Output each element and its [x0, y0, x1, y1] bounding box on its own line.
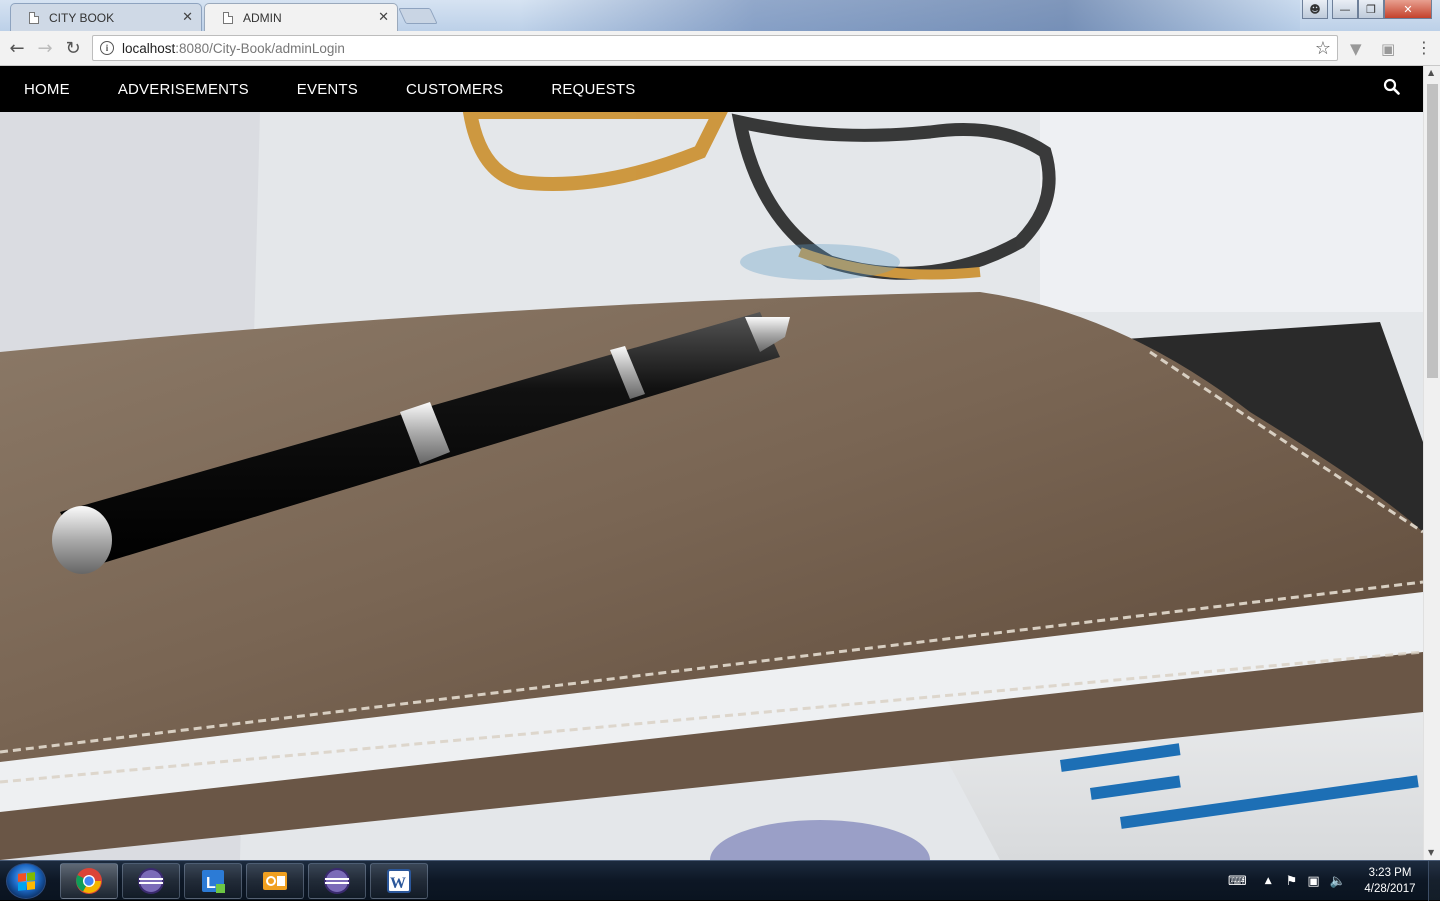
nav-home[interactable]: HOME [24, 81, 70, 98]
network-icon[interactable]: ▣ [1307, 874, 1319, 889]
taskbar-clock[interactable]: 3:23 PM 4/28/2017 [1355, 865, 1425, 897]
scroll-down-arrow-icon[interactable]: ▼ [1428, 848, 1434, 857]
start-button[interactable] [6, 863, 46, 899]
hero-image [0, 112, 1423, 860]
nav-advertisements[interactable]: ADVERISEMENTS [118, 81, 249, 98]
page-icon [29, 11, 39, 24]
extension-filter-icon[interactable]: ▼ [1350, 40, 1362, 58]
tab-label: ADMIN [243, 10, 282, 25]
restore-button[interactable]: ❐ [1358, 0, 1384, 19]
scrollbar-thumb[interactable] [1427, 84, 1438, 378]
url-host: localhost [122, 40, 176, 56]
url-path: :8080/City-Book/adminLogin [175, 40, 345, 56]
site-navbar: HOME ADVERISEMENTS EVENTS CUSTOMERS REQU… [0, 66, 1423, 112]
keyboard-icon[interactable]: ⌨ [1228, 874, 1247, 889]
word-icon: W [387, 869, 411, 893]
bookmark-star-icon[interactable]: ☆ [1315, 38, 1331, 59]
taskbar-lync[interactable]: L [184, 863, 242, 899]
eclipse-icon [138, 868, 164, 894]
reload-icon[interactable]: ↻ [62, 37, 84, 59]
page-scrollbar[interactable]: ▲ ▼ [1423, 66, 1440, 860]
chrome-icon [76, 868, 102, 894]
windows-logo-icon [18, 872, 35, 891]
taskbar-eclipse-2[interactable] [308, 863, 366, 899]
close-icon[interactable]: ✕ [378, 10, 389, 25]
volume-icon[interactable]: 🔈 [1330, 874, 1346, 889]
svg-text:L: L [206, 875, 216, 892]
address-bar[interactable]: i localhost:8080/City-Book/adminLogin ☆ [92, 35, 1338, 61]
nav-requests[interactable]: REQUESTS [551, 81, 635, 98]
taskbar-word[interactable]: W [370, 863, 428, 899]
show-hidden-icons-icon[interactable]: ▲ [1265, 876, 1272, 886]
user-icon[interactable]: ☻ [1302, 0, 1328, 19]
url-text[interactable]: localhost:8080/City-Book/adminLogin [122, 41, 1315, 56]
clock-time: 3:23 PM [1368, 867, 1412, 879]
minimize-button[interactable]: — [1332, 0, 1358, 19]
page-icon [223, 11, 233, 24]
web-page: HOME ADVERISEMENTS EVENTS CUSTOMERS REQU… [0, 66, 1423, 860]
back-arrow-icon[interactable]: ← [6, 37, 28, 59]
nav-events[interactable]: EVENTS [297, 81, 358, 98]
menu-dots-icon[interactable]: ⋮ [1416, 38, 1432, 57]
forward-arrow-icon[interactable]: → [34, 37, 56, 59]
extension-square-icon[interactable]: ▣ [1381, 40, 1395, 58]
scroll-up-arrow-icon[interactable]: ▲ [1428, 68, 1434, 77]
nav-customers[interactable]: CUSTOMERS [406, 81, 503, 98]
svg-text:W: W [390, 875, 406, 892]
windows-taskbar: L W ⌨ ▲ ⚑ ▣ 🔈 3:23 PM 4/28/2017 [0, 860, 1440, 901]
show-desktop-button[interactable] [1428, 861, 1440, 901]
desk-photo [0, 112, 1423, 860]
taskbar-chrome[interactable] [60, 863, 118, 899]
outlook-icon [263, 872, 287, 890]
close-icon[interactable]: ✕ [182, 10, 193, 25]
tab-label: CITY BOOK [49, 10, 115, 25]
taskbar-outlook[interactable] [246, 863, 304, 899]
eclipse-icon [324, 868, 350, 894]
titlebar-glass [520, 0, 1300, 31]
taskbar-eclipse[interactable] [122, 863, 180, 899]
lync-icon: L [202, 870, 225, 893]
browser-titlebar: CITY BOOK ✕ ADMIN ✕ ☻ — ❐ ✕ [0, 0, 1440, 31]
clock-date: 4/28/2017 [1364, 883, 1416, 895]
search-icon[interactable] [1383, 78, 1401, 96]
window-controls: ☻ — ❐ ✕ [1302, 0, 1432, 19]
new-tab-button[interactable] [398, 8, 438, 24]
tab-admin[interactable]: ADMIN ✕ [204, 3, 398, 31]
tab-city-book[interactable]: CITY BOOK ✕ [10, 3, 202, 31]
system-tray: ⌨ ▲ ⚑ ▣ 🔈 [1228, 861, 1346, 901]
window-close-button[interactable]: ✕ [1384, 0, 1432, 19]
info-icon[interactable]: i [100, 41, 114, 55]
action-center-flag-icon[interactable]: ⚑ [1286, 874, 1298, 889]
browser-toolbar: ← → ↻ i localhost:8080/City-Book/adminLo… [0, 31, 1440, 66]
